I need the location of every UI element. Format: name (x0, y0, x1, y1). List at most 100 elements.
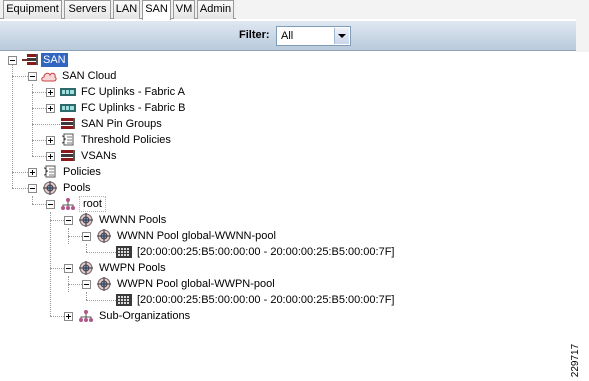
fc-port-icon (60, 85, 76, 99)
expand-toggle[interactable] (64, 312, 73, 321)
tree-label: [20:00:00:25:B5:00:00:00 - 20:00:00:25:B… (137, 246, 395, 258)
tab-equipment[interactable]: Equipment (3, 0, 62, 19)
collapse-toggle[interactable] (8, 56, 17, 65)
chevron-down-icon[interactable] (334, 28, 349, 44)
tree-line (32, 108, 46, 109)
tree-node-wwnn-pool-global[interactable]: WWNN Pool global-WWNN-pool (96, 228, 278, 244)
tree-label: Pools (63, 182, 91, 194)
org-tree-icon (78, 309, 94, 323)
right-strip (576, 19, 589, 52)
tree-node-root[interactable]: root (60, 196, 106, 212)
filter-label: Filter: (239, 29, 270, 41)
tree-node-sub-organizations[interactable]: Sub-Organizations (78, 308, 192, 324)
collapse-toggle[interactable] (82, 280, 91, 289)
collapse-toggle[interactable] (28, 72, 37, 81)
tab-bar-fill (236, 0, 589, 19)
tree-label: SAN Cloud (62, 70, 117, 82)
tree-node-policies[interactable]: Policies (42, 164, 103, 180)
tree-line (32, 84, 33, 156)
tree-line (86, 300, 116, 301)
pool-target-icon (78, 261, 94, 275)
tab-admin[interactable]: Admin (197, 0, 234, 19)
expand-toggle[interactable] (28, 168, 37, 177)
policy-icon (42, 165, 58, 179)
pool-target-icon (78, 213, 94, 227)
tree-line (32, 204, 46, 205)
tree-line (12, 172, 28, 173)
tree-line (50, 212, 51, 316)
pin-group-icon (60, 117, 76, 131)
san-stack-icon (60, 149, 76, 163)
tree-line (32, 124, 60, 125)
collapse-toggle[interactable] (82, 232, 91, 241)
tree-label: VSANs (81, 150, 117, 162)
tree-label: WWPN Pool global-WWPN-pool (117, 278, 275, 290)
tree-line (12, 60, 13, 188)
tree-line (32, 140, 46, 141)
pool-target-icon (96, 229, 112, 243)
tab-servers[interactable]: Servers (64, 0, 111, 19)
tree-label: WWPN Pools (99, 262, 166, 274)
tree-label: SAN Pin Groups (81, 118, 162, 130)
figure-id-text: 229717 (570, 343, 582, 378)
navigation-tree: SAN SAN Cloud FC Uplinks - Fabric A FC U… (0, 52, 576, 381)
tree-label: WWNN Pools (99, 214, 167, 226)
fc-port-icon (60, 101, 76, 115)
tree-node-wwnn-pools[interactable]: WWNN Pools (78, 212, 168, 228)
tree-label: FC Uplinks - Fabric A (81, 86, 185, 98)
tree-node-fc-uplinks-a[interactable]: FC Uplinks - Fabric A (60, 84, 187, 100)
tree-label: root (79, 196, 106, 212)
tree-label: FC Uplinks - Fabric B (81, 102, 186, 114)
collapse-toggle[interactable] (46, 200, 55, 209)
tree-label: SAN (41, 53, 68, 67)
tree-label: WWNN Pool global-WWNN-pool (117, 230, 276, 242)
tree-node-san-cloud[interactable]: SAN Cloud (41, 68, 118, 84)
figure-id: 229717 (570, 343, 585, 381)
tree-label: [20:00:00:25:B5:00:00:00 - 20:00:00:25:B… (137, 294, 395, 306)
tree-node-wwnn-block[interactable]: [20:00:00:25:B5:00:00:00 - 20:00:00:25:B… (116, 244, 396, 260)
expand-toggle[interactable] (46, 104, 55, 113)
tree-line (12, 188, 28, 189)
expand-toggle[interactable] (46, 136, 55, 145)
org-tree-icon (60, 197, 76, 211)
tree-line (32, 156, 46, 157)
tree-line (68, 284, 82, 285)
tree-label: Sub-Organizations (99, 310, 191, 322)
collapse-toggle[interactable] (64, 264, 73, 273)
tree-node-pools[interactable]: Pools (42, 180, 93, 196)
tree-line (50, 316, 64, 317)
tree-node-vsans[interactable]: VSANs (60, 148, 118, 164)
tab-vm[interactable]: VM (173, 0, 195, 19)
expand-toggle[interactable] (46, 88, 55, 97)
tree-node-wwpn-pool-global[interactable]: WWPN Pool global-WWPN-pool (96, 276, 277, 292)
pool-target-icon (96, 277, 112, 291)
tab-san[interactable]: SAN (142, 0, 171, 20)
tree-line (86, 252, 116, 253)
filter-bar: Filter: All (0, 21, 576, 51)
collapse-toggle[interactable] (64, 216, 73, 225)
tree-line (68, 236, 82, 237)
tree-line (12, 76, 28, 77)
tree-node-threshold-policies[interactable]: Threshold Policies (60, 132, 173, 148)
tree-node-wwpn-block[interactable]: [20:00:00:25:B5:00:00:00 - 20:00:00:25:B… (116, 292, 396, 308)
tree-label: Policies (63, 166, 101, 178)
collapse-toggle[interactable] (28, 184, 37, 193)
block-icon (116, 245, 132, 259)
tree-line (86, 292, 87, 300)
block-icon (116, 293, 132, 307)
tree-node-san-pin-groups[interactable]: SAN Pin Groups (60, 116, 164, 132)
cloud-icon (41, 69, 57, 83)
filter-value: All (281, 30, 294, 42)
tab-lan[interactable]: LAN (113, 0, 140, 19)
tree-label: Threshold Policies (81, 134, 171, 146)
tree-line (50, 268, 64, 269)
tree-node-wwpn-pools[interactable]: WWPN Pools (78, 260, 168, 276)
tree-node-fc-uplinks-b[interactable]: FC Uplinks - Fabric B (60, 100, 188, 116)
expand-toggle[interactable] (46, 152, 55, 161)
pool-target-icon (42, 181, 58, 195)
tree-line (32, 92, 46, 93)
tab-bar: Equipment Servers LAN SAN VM Admin (0, 0, 589, 20)
san-stack-icon (22, 53, 38, 67)
filter-dropdown[interactable]: All (276, 26, 351, 46)
tree-node-san[interactable]: SAN (22, 52, 68, 68)
